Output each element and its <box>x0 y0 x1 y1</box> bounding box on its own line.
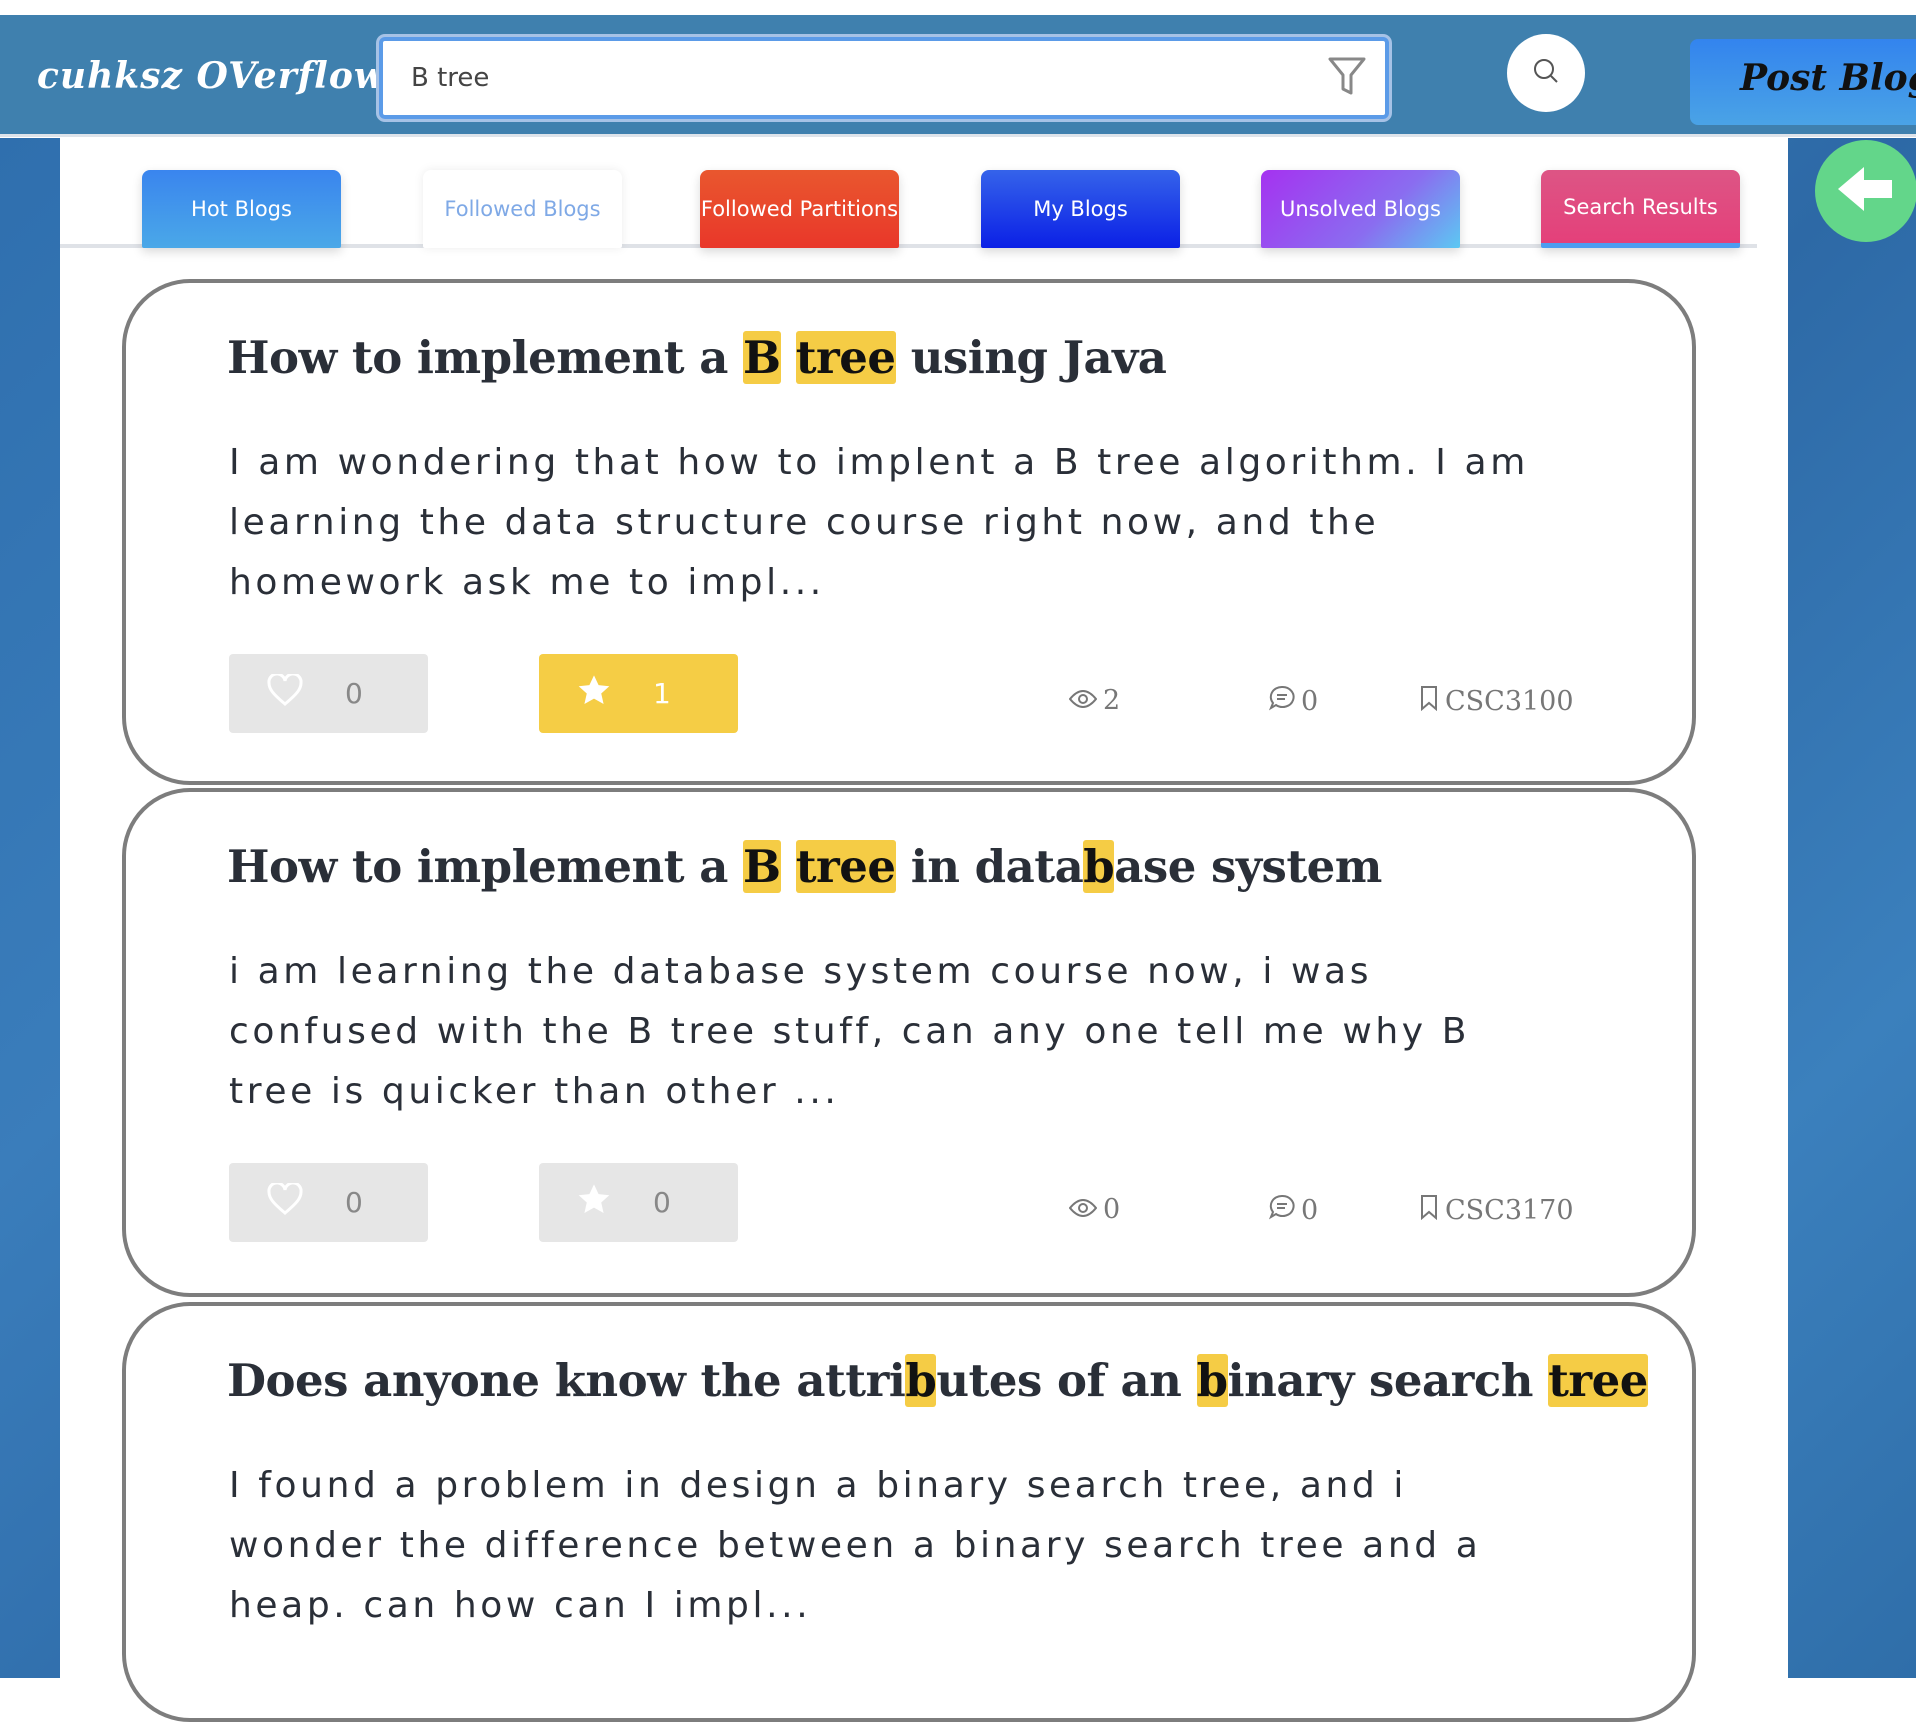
logo[interactable]: cuhksz OVerflow <box>37 55 386 97</box>
bookmark-icon <box>1419 1194 1439 1227</box>
heart-icon <box>267 672 303 713</box>
comments-stat: 0 <box>1268 1194 1319 1227</box>
search-highlight: B <box>743 840 781 893</box>
tab-unsolved-blogs[interactable]: Unsolved Blogs <box>1261 170 1460 248</box>
search-highlight: b <box>905 1354 937 1407</box>
eye-icon <box>1068 685 1098 716</box>
star-icon <box>577 1183 611 1222</box>
tab-my-blogs[interactable]: My Blogs <box>981 170 1180 248</box>
blog-excerpt: I found a problem in design a binary sea… <box>229 1465 1482 1626</box>
header: cuhksz OVerflow Post Blog <box>0 15 1916 137</box>
search-icon <box>1532 57 1560 89</box>
title-text: utes of an <box>936 1354 1197 1407</box>
blog-title[interactable]: How to implement a B tree in database sy… <box>227 840 1382 893</box>
tag-label: CSC3170 <box>1445 1195 1574 1226</box>
search-input[interactable] <box>411 63 1291 93</box>
star-button[interactable]: 1 <box>539 654 738 733</box>
tab-followed-blogs[interactable]: Followed Blogs <box>423 170 622 248</box>
tab-hot-blogs[interactable]: Hot Blogs <box>142 170 341 248</box>
blog-excerpt: i am learning the database system course… <box>229 951 1471 1112</box>
tag-label: CSC3100 <box>1445 686 1574 717</box>
search-highlight: tree <box>795 331 896 384</box>
bookmark-icon <box>1419 685 1439 718</box>
search-button[interactable] <box>1507 34 1585 112</box>
blog-card[interactable]: How to implement a B tree in database sy… <box>122 788 1696 1297</box>
title-text <box>781 840 796 893</box>
search-box <box>379 37 1389 119</box>
comment-count: 0 <box>1301 686 1319 717</box>
search-highlight: tree <box>1548 1354 1648 1407</box>
title-text: How to implement a <box>227 331 744 384</box>
like-count: 0 <box>345 677 363 710</box>
search-highlight: B <box>743 331 781 384</box>
title-text: How to implement a <box>227 840 744 893</box>
blog-card[interactable]: How to implement a B tree using Java I am… <box>122 279 1696 785</box>
filter-icon[interactable] <box>1327 55 1367 101</box>
star-button[interactable]: 0 <box>539 1163 738 1242</box>
view-count: 0 <box>1103 1194 1121 1225</box>
post-blog-button[interactable]: Post Blog <box>1690 39 1916 125</box>
partition-tag[interactable]: CSC3170 <box>1419 1194 1574 1227</box>
search-highlight: b <box>1083 840 1115 893</box>
blog-title[interactable]: How to implement a B tree using Java <box>227 331 1167 384</box>
star-icon <box>577 674 611 713</box>
partition-tag[interactable]: CSC3100 <box>1419 685 1574 718</box>
blog-card[interactable]: Does anyone know the attributes of an bi… <box>122 1302 1696 1722</box>
title-text: ase system <box>1114 840 1382 893</box>
star-count: 1 <box>653 677 671 710</box>
blog-title[interactable]: Does anyone know the attributes of an bi… <box>227 1354 1648 1407</box>
comment-icon <box>1268 1194 1295 1227</box>
views-stat: 0 <box>1068 1194 1121 1225</box>
views-stat: 2 <box>1068 685 1121 716</box>
title-text <box>781 331 796 384</box>
title-text: inary search <box>1227 1354 1549 1407</box>
title-text: in data <box>895 840 1084 893</box>
comment-count: 0 <box>1301 1195 1319 1226</box>
like-count: 0 <box>345 1186 363 1219</box>
arrow-left-icon <box>1836 164 1896 218</box>
like-button[interactable]: 0 <box>229 1163 428 1242</box>
search-highlight: tree <box>795 840 896 893</box>
heart-icon <box>267 1181 303 1222</box>
like-button[interactable]: 0 <box>229 654 428 733</box>
tab-search-results[interactable]: Search Results <box>1541 170 1740 248</box>
back-button[interactable] <box>1815 140 1916 242</box>
comments-stat: 0 <box>1268 685 1319 718</box>
blog-excerpt: I am wondering that how to implent a B t… <box>229 442 1529 603</box>
eye-icon <box>1068 1194 1098 1225</box>
search-highlight: b <box>1196 1354 1228 1407</box>
star-count: 0 <box>653 1186 671 1219</box>
comment-icon <box>1268 685 1295 718</box>
view-count: 2 <box>1103 685 1121 716</box>
tab-followed-partitions[interactable]: Followed Partitions <box>700 170 899 248</box>
title-text: Does anyone know the attri <box>227 1354 906 1407</box>
title-text: using Java <box>895 331 1167 384</box>
